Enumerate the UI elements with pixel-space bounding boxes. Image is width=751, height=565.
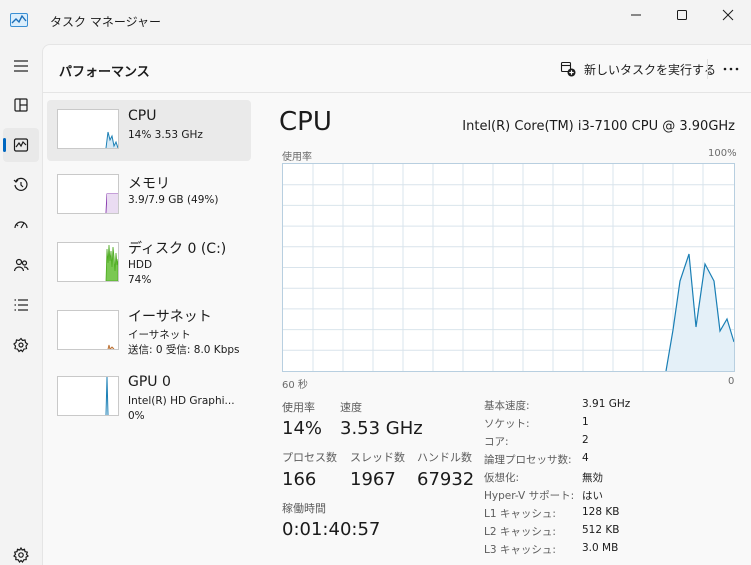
nav-details[interactable] (3, 288, 39, 322)
device-detail: HDD (128, 259, 153, 271)
cpu-usage-area (666, 254, 734, 371)
run-new-task-button[interactable]: 新しいタスクを実行する (558, 57, 718, 81)
task-manager-app-icon (10, 13, 28, 27)
close-button[interactable] (705, 0, 751, 30)
device-detail: 14% 3.53 GHz (128, 129, 203, 141)
device-list: CPU 14% 3.53 GHz メモリ 3.9/7.9 GB (49%) ディ… (47, 100, 253, 434)
cpu-spec-table: 基本速度: 3.91 GHz ソケット: 1 コア: 2 論理プロセッサ数: 4 仮想化… (484, 398, 724, 560)
spec-row: 論理プロセッサ数: 4 (484, 452, 589, 466)
spec-row: コア: 2 (484, 434, 589, 448)
handles-label: ハンドル数 (417, 451, 472, 464)
device-detail: Intel(R) HD Graphi... (128, 395, 235, 407)
cpu-mini-graph (57, 109, 119, 149)
uptime-label: 稼働時間 (282, 502, 326, 515)
processes-label: プロセス数 (282, 451, 337, 464)
nav-services[interactable] (3, 328, 39, 362)
close-icon (722, 9, 734, 21)
device-name: ディスク 0 (C:) (128, 241, 227, 257)
graph-label: 使用率 (282, 152, 312, 163)
spec-row: 基本速度: 3.91 GHz (484, 398, 631, 412)
device-name: CPU (128, 108, 157, 124)
run-new-task-label: 新しいタスクを実行する (584, 62, 717, 77)
graph-min-label: 0 (728, 376, 735, 387)
threads-value: 1967 (350, 469, 396, 490)
device-memory[interactable]: メモリ 3.9/7.9 GB (49%) (47, 165, 251, 226)
page-header: パフォーマンス 新しいタスクを実行する (43, 45, 751, 93)
threads-label: スレッド数 (350, 451, 405, 464)
more-icon (723, 67, 739, 71)
device-name: GPU 0 (128, 374, 171, 390)
nav-settings[interactable] (3, 538, 39, 565)
processes-value: 166 (282, 469, 317, 490)
device-detail-2: 74% (128, 274, 152, 286)
more-options-button[interactable] (719, 57, 743, 81)
header-divider (707, 59, 708, 79)
spec-row: 仮想化: 無効 (484, 472, 603, 484)
nav-users[interactable] (3, 248, 39, 282)
minimize-icon (631, 14, 641, 16)
device-name: イーサネット (128, 309, 212, 325)
memory-mini-graph (57, 174, 119, 214)
device-name: メモリ (128, 176, 170, 192)
device-detail-2: 0% (128, 410, 145, 422)
spec-row: L3 キャッシュ: 3.0 MB (484, 542, 619, 556)
page-title: パフォーマンス (59, 65, 150, 80)
services-icon (13, 337, 29, 353)
device-cpu[interactable]: CPU 14% 3.53 GHz (47, 100, 251, 161)
title-bar: タスク マネージャー (0, 0, 751, 44)
graph-grid (283, 164, 734, 371)
cpu-usage-graph (282, 163, 735, 372)
graph-max-label: 100% (708, 148, 737, 159)
speed-value: 3.53 GHz (340, 418, 423, 439)
window-title: タスク マネージャー (50, 15, 161, 29)
speed-label: 速度 (340, 401, 362, 414)
settings-icon (13, 547, 29, 563)
startup-apps-icon (14, 221, 28, 229)
nav-processes[interactable] (3, 88, 39, 122)
device-detail: イーサネット (128, 329, 191, 341)
spec-row: Hyper-V サポート: はい (484, 490, 603, 502)
spec-row: ソケット: 1 (484, 416, 589, 430)
device-detail: 3.9/7.9 GB (49%) (128, 194, 219, 206)
minimize-button[interactable] (613, 0, 659, 30)
performance-icon (13, 138, 29, 152)
device-ethernet[interactable]: イーサネット イーサネット 送信: 0 受信: 8.0 Kbps (47, 298, 251, 362)
nav-menu-button[interactable] (3, 49, 39, 83)
new-task-icon (560, 61, 576, 77)
maximize-button[interactable] (659, 0, 705, 30)
maximize-icon (677, 10, 687, 20)
usage-value: 14% (282, 418, 323, 439)
cpu-model-name: Intel(R) Core(TM) i3-7100 CPU @ 3.90GHz (462, 119, 735, 134)
details-icon (14, 299, 28, 311)
device-gpu[interactable]: GPU 0 Intel(R) HD Graphi... 0% (47, 366, 251, 430)
uptime-value: 0:01:40:57 (282, 519, 381, 540)
spec-row: L2 キャッシュ: 512 KB (484, 524, 620, 538)
hamburger-menu-icon (14, 60, 28, 72)
content-area: パフォーマンス 新しいタスクを実行する CPU 14% 3.53 GHz メモリ… (42, 44, 751, 565)
navigation-rail (0, 44, 42, 565)
device-heading: CPU (279, 107, 332, 137)
device-detail-2: 送信: 0 受信: 8.0 Kbps (128, 344, 240, 356)
ethernet-mini-graph (57, 310, 119, 350)
handles-value: 67932 (417, 469, 475, 490)
processes-icon (14, 98, 28, 112)
users-icon (13, 258, 29, 272)
spec-row: L1 キャッシュ: 128 KB (484, 506, 620, 520)
device-disk[interactable]: ディスク 0 (C:) HDD 74% (47, 230, 251, 294)
graph-time-label: 60 秒 (282, 380, 308, 391)
disk-mini-graph (57, 242, 119, 282)
nav-app-history[interactable] (3, 168, 39, 202)
nav-startup-apps[interactable] (3, 208, 39, 242)
gpu-mini-graph (57, 376, 119, 416)
usage-label: 使用率 (282, 401, 315, 414)
app-history-icon (13, 177, 28, 191)
nav-performance[interactable] (3, 128, 39, 162)
